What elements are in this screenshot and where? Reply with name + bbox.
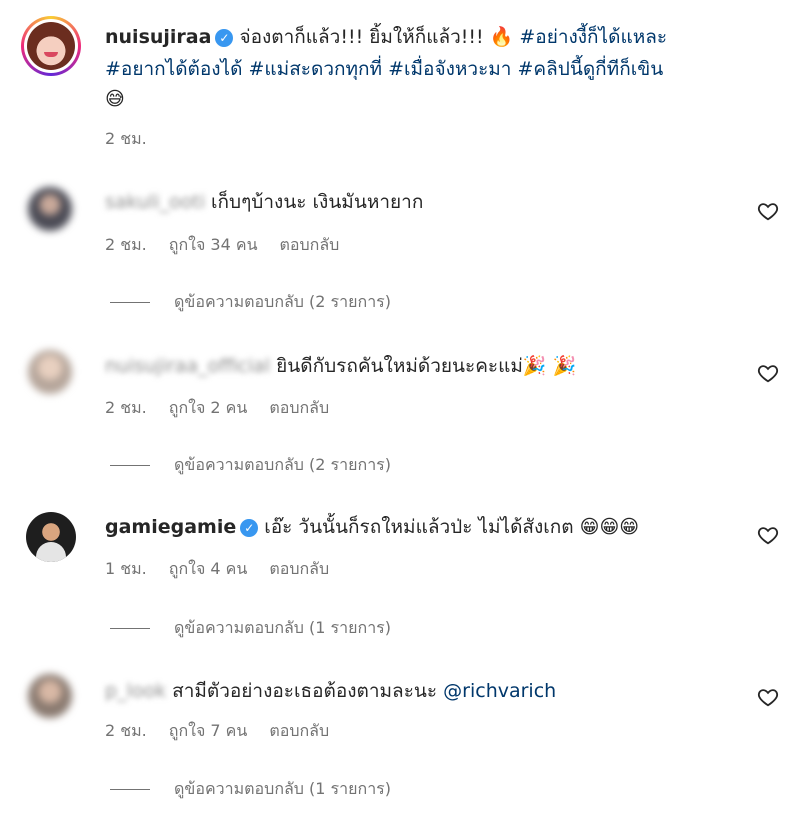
divider-line: [110, 302, 150, 303]
hashtag-link[interactable]: #แม่สะดวกทุกที่: [249, 58, 383, 80]
reply-button[interactable]: ตอบกลับ: [269, 398, 329, 417]
commenter-avatar[interactable]: [28, 187, 72, 231]
comment-meta: 1 ชม. ถูกใจ 4 คน ตอบกลับ: [105, 557, 351, 582]
commenter-username[interactable]: p_look: [105, 676, 166, 706]
comment-3: gamiegamie ✓ เอ๊ะ วันนั้นก็รถใหม่แล้วป่ะ ไ…: [105, 512, 639, 542]
like-heart-icon[interactable]: [757, 362, 779, 384]
comment-likes[interactable]: ถูกใจ 2 คน: [169, 398, 248, 417]
comment-4: p_look สามีตัวอย่างอะเธอต้องตามละนะ @rich…: [105, 676, 556, 706]
caption-text: จ่องตาก็แล้ว!!! ยิ้มให้ก็แล้ว!!! 🔥: [239, 26, 514, 48]
comment-text: เก็บๆบ้างนะ เงินมันหายาก: [211, 191, 424, 213]
comment-meta: 2 ชม. ถูกใจ 2 คน ตอบกลับ: [105, 396, 351, 421]
commenter-username[interactable]: nuisujiraa_official: [105, 351, 270, 381]
view-replies-button[interactable]: ดูข้อความตอบกลับ (2 รายการ): [110, 453, 391, 478]
view-replies-label: ดูข้อความตอบกลับ (2 รายการ): [174, 292, 392, 311]
caption-line-2: #อยากได้ต้องได้ #แม่สะดวกทุกที่ #เมื่อจั…: [105, 54, 663, 84]
verified-badge-icon: ✓: [240, 519, 259, 537]
hashtag-link[interactable]: #เมื่อจังหวะมา: [388, 58, 511, 80]
hashtag-link[interactable]: #อย่างงี้ก็ได้แหละ: [519, 26, 667, 48]
like-heart-icon[interactable]: [757, 686, 779, 708]
comment-likes[interactable]: ถูกใจ 7 คน: [169, 721, 248, 740]
verified-badge-icon: ✓: [215, 29, 234, 47]
divider-line: [110, 465, 150, 466]
comment-text: สามีตัวอย่างอะเธอต้องตามละนะ: [172, 680, 438, 702]
commenter-avatar[interactable]: [28, 350, 72, 394]
comment-likes[interactable]: ถูกใจ 4 คน: [169, 559, 248, 578]
post-time: 2 ชม.: [105, 129, 147, 148]
comment-time: 1 ชม.: [105, 559, 147, 578]
comment-likes[interactable]: ถูกใจ 34 คน: [169, 235, 258, 254]
comment-time: 2 ชม.: [105, 721, 147, 740]
post-author-avatar[interactable]: [21, 16, 81, 76]
caption-emoji: 😅: [105, 88, 125, 110]
mention-link[interactable]: @richvarich: [443, 680, 556, 702]
comment-text: เอ๊ะ วันนั้นก็รถใหม่แล้วป่ะ ไม่ได้สังเกต…: [264, 516, 640, 538]
comment-meta: 2 ชม. ถูกใจ 34 คน ตอบกลับ: [105, 233, 361, 258]
comment-text: ยินดีกับรถคันใหม่ด้วยนะคะแม่🎉 🎉: [276, 355, 577, 377]
commenter-username[interactable]: sakuli_ooti: [105, 187, 205, 217]
commenter-avatar[interactable]: [26, 512, 76, 562]
comment-time: 2 ชม.: [105, 398, 147, 417]
view-replies-label: ดูข้อความตอบกลับ (1 รายการ): [174, 618, 392, 637]
comment-meta: 2 ชม. ถูกใจ 7 คน ตอบกลับ: [105, 719, 351, 744]
reply-button[interactable]: ตอบกลับ: [280, 235, 340, 254]
divider-line: [110, 628, 150, 629]
post-author-username[interactable]: nuisujiraa: [105, 26, 211, 48]
view-replies-button[interactable]: ดูข้อความตอบกลับ (2 รายการ): [110, 290, 391, 315]
view-replies-label: ดูข้อความตอบกลับ (2 รายการ): [174, 455, 392, 474]
comment-time: 2 ชม.: [105, 235, 147, 254]
like-heart-icon[interactable]: [757, 200, 779, 222]
view-replies-button[interactable]: ดูข้อความตอบกลับ (1 รายการ): [110, 616, 391, 641]
divider-line: [110, 789, 150, 790]
commenter-avatar[interactable]: [28, 674, 72, 718]
view-replies-button[interactable]: ดูข้อความตอบกลับ (1 รายการ): [110, 777, 391, 802]
reply-button[interactable]: ตอบกลับ: [269, 559, 329, 578]
caption-line-1: nuisujiraa ✓ จ่องตาก็แล้ว!!! ยิ้มให้ก็แล้ว…: [105, 22, 667, 52]
like-heart-icon[interactable]: [757, 524, 779, 546]
hashtag-link[interactable]: #คลิปนี้ดูกี่ทีก็เขิน: [518, 58, 664, 80]
hashtag-link[interactable]: #อยากได้ต้องได้: [105, 58, 242, 80]
commenter-username[interactable]: gamiegamie: [105, 516, 236, 538]
view-replies-label: ดูข้อความตอบกลับ (1 รายการ): [174, 779, 392, 798]
comment-1: sakuli_ooti เก็บๆบ้างนะ เงินมันหายาก: [105, 187, 423, 217]
comment-2: nuisujiraa_official ยินดีกับรถคันใหม่ด้วย…: [105, 351, 576, 381]
reply-button[interactable]: ตอบกลับ: [269, 721, 329, 740]
